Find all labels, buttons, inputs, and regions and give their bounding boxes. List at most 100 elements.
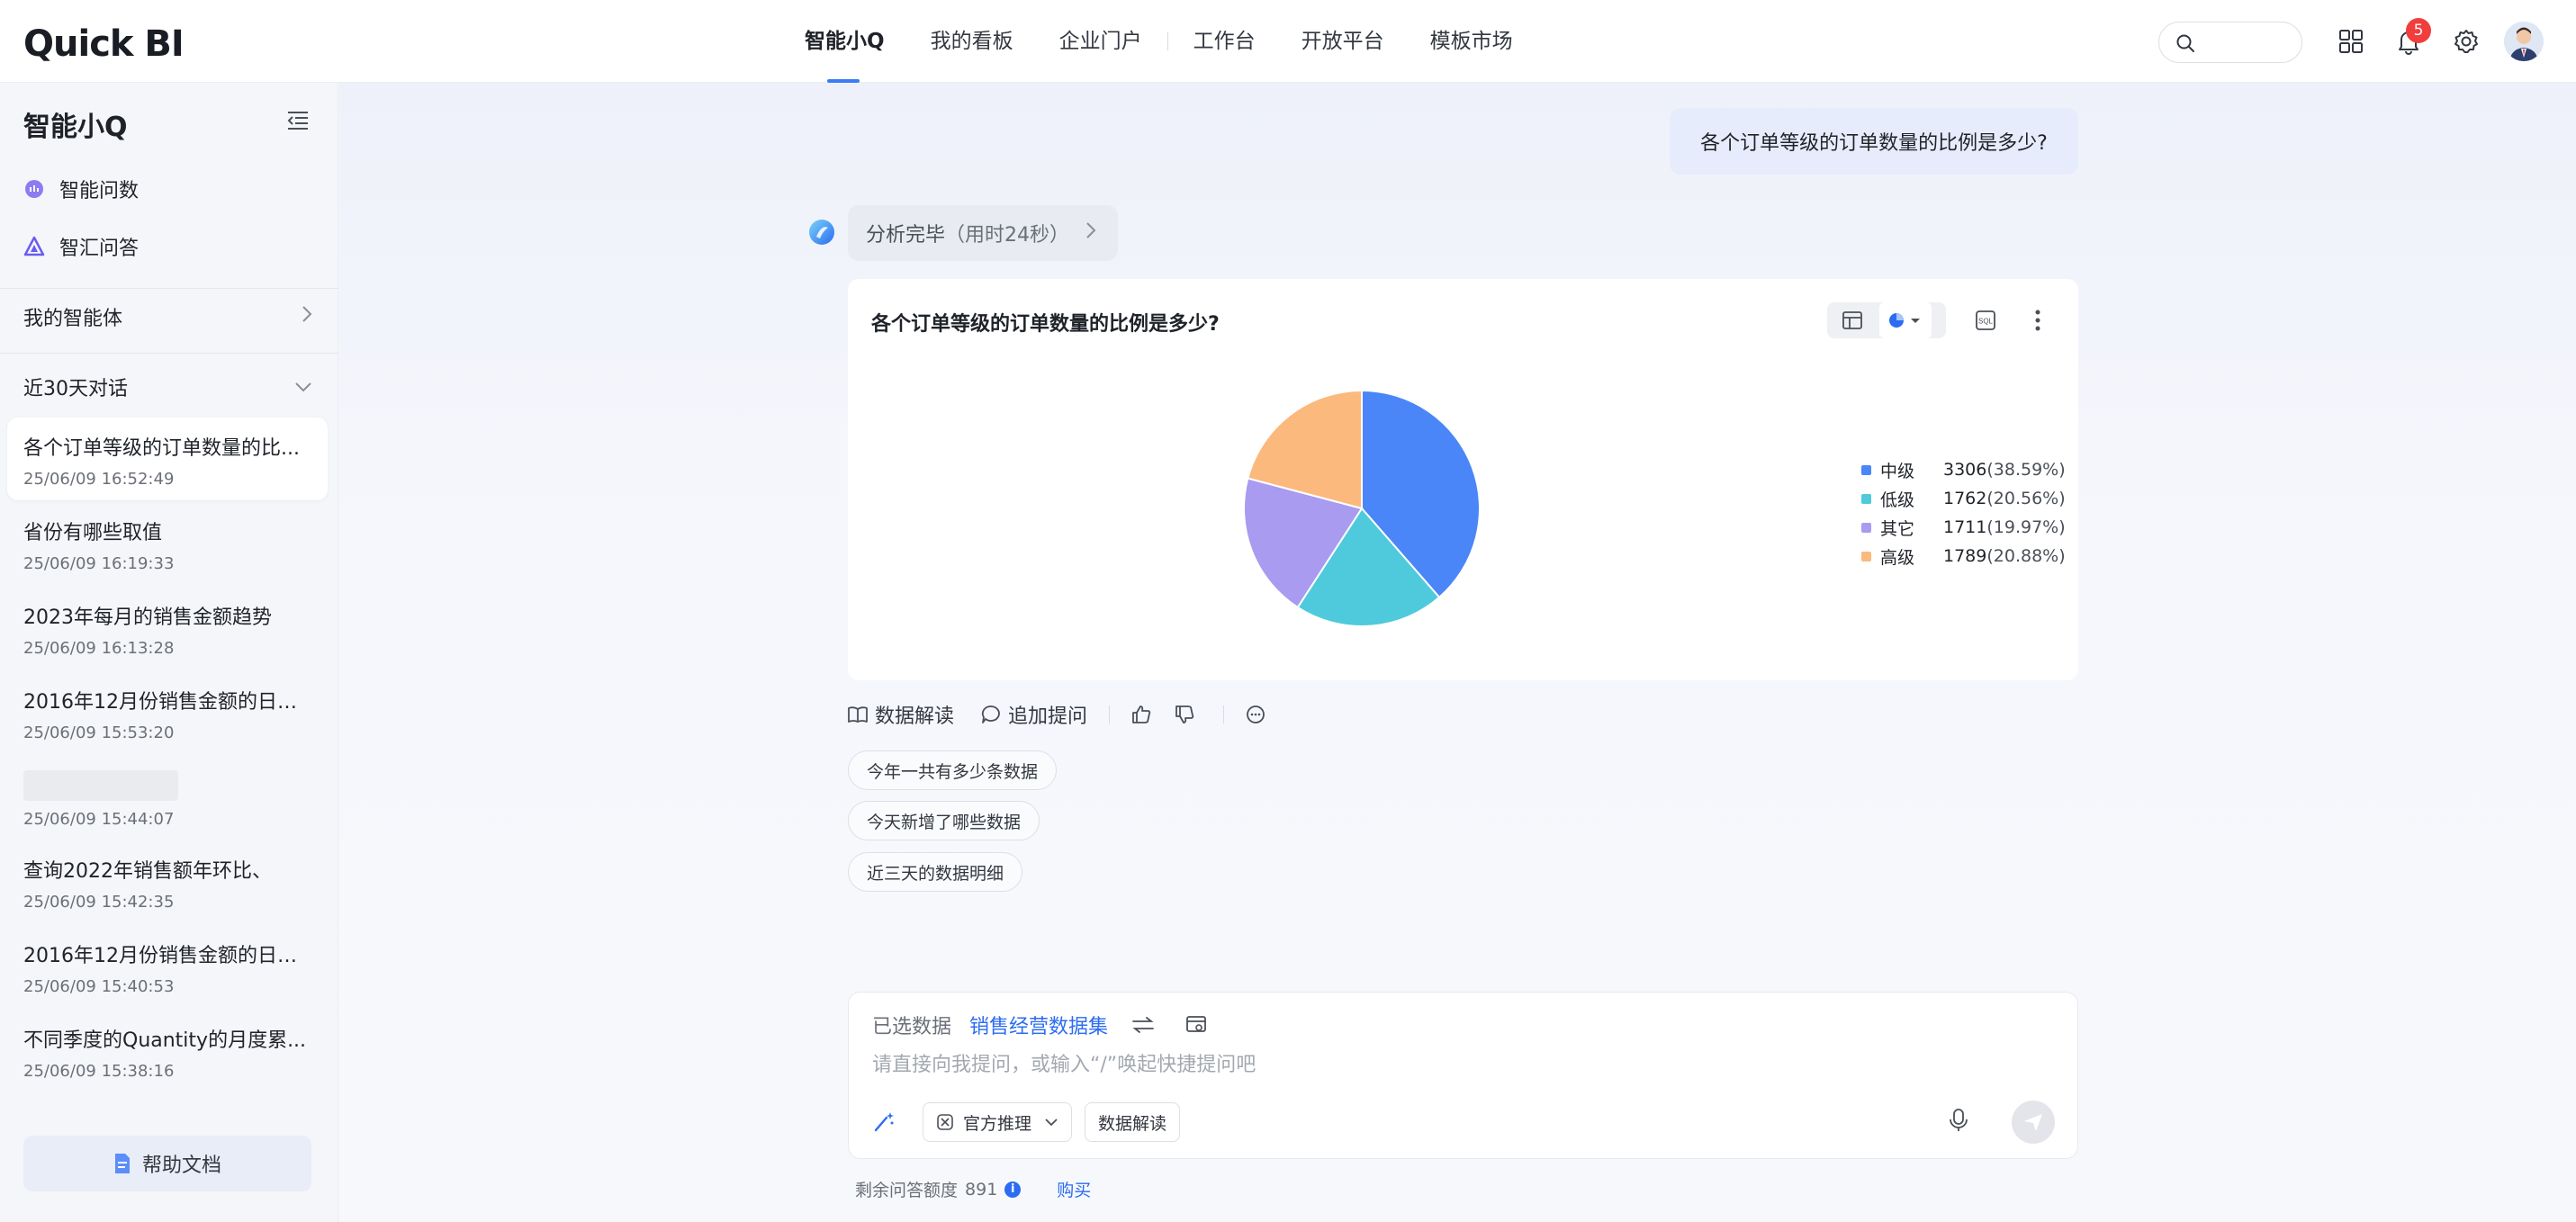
conversation-title: 2016年12月份销售金额的日环... — [23, 691, 311, 714]
conversation-item[interactable]: 2023年每月的销售金额趋势 25/06/09 16:13:28 — [7, 587, 328, 669]
chevron-right-icon — [1085, 221, 1096, 245]
conversation-date: 25/06/09 15:53:20 — [23, 723, 175, 742]
nav-item-template-market[interactable]: 模板市场 — [1430, 0, 1513, 83]
data-interpret-action[interactable]: 数据解读 — [848, 700, 954, 729]
legend-item[interactable]: 低级 1762 (20.56%) — [1861, 484, 2066, 513]
open-book-icon — [848, 706, 868, 723]
swap-dataset-icon[interactable] — [1131, 1016, 1155, 1034]
chevron-down-icon — [293, 376, 313, 399]
legend-percent: (19.97%) — [1986, 517, 2066, 537]
nav-item-my-dashboards[interactable]: 我的看板 — [931, 0, 1013, 83]
microphone-icon[interactable] — [1949, 1108, 1968, 1137]
official-reasoning-dropdown[interactable]: 官方推理 — [923, 1102, 1073, 1142]
dataset-link[interactable]: 销售经营数据集 — [969, 1011, 1108, 1039]
conversation-date: 25/06/09 15:38:16 — [23, 1062, 175, 1081]
conversation-title: 不同季度的Quantity的月度累... — [23, 1029, 307, 1052]
quota-value: 891 — [965, 1179, 998, 1200]
send-icon — [2024, 1114, 2042, 1131]
main-nav: 智能小Q 我的看板 企业门户 工作台 开放平台 模板市场 — [805, 0, 1559, 83]
legend-percent: (20.56%) — [1986, 489, 2066, 508]
legend-item[interactable]: 高级 1789 (20.88%) — [1861, 542, 2066, 571]
recent-conversations-toggle[interactable]: 近30天对话 — [23, 373, 313, 401]
conversation-date: 25/06/09 16:19:33 — [23, 554, 175, 573]
answer-chart-card: 各个订单等级的订单数量的比例是多少? SQL 中级 3306 (38.59%) 低级 1… — [848, 279, 2078, 680]
legend-swatch — [1861, 493, 1871, 504]
more-horizontal-icon[interactable] — [1246, 705, 1273, 724]
app-logo[interactable]: Quick BI — [23, 23, 185, 65]
actions-divider — [1223, 705, 1225, 723]
conversation-item[interactable]: 2016年12月份销售金额的日环... 25/06/09 15:53:20 — [7, 671, 328, 754]
answer-actions: 数据解读 追加提问 — [848, 700, 1300, 729]
help-docs-button[interactable]: 帮助文档 — [23, 1136, 311, 1191]
user-question-bubble: 各个订单等级的订单数量的比例是多少? — [1670, 108, 2078, 175]
collapse-sidebar-icon[interactable] — [286, 110, 310, 135]
selected-data-label: 已选数据 — [872, 1016, 952, 1038]
legend-item[interactable]: 其它 1711 (19.97%) — [1861, 513, 2066, 542]
conversation-date: 25/06/09 16:52:49 — [23, 470, 175, 489]
buy-link[interactable]: 购买 — [1057, 1177, 1091, 1201]
triangle-qa-icon — [23, 236, 45, 257]
dataset-selector-row: 已选数据 销售经营数据集 — [872, 1011, 1207, 1039]
sidebar-item-label: 智能问数 — [59, 180, 140, 202]
legend-label: 其它 — [1880, 518, 1915, 539]
data-interpret-toggle[interactable]: 数据解读 — [1085, 1102, 1181, 1142]
nav-item-enterprise-portal[interactable]: 企业门户 — [1059, 0, 1142, 83]
sidebar: 智能小Q 智能问数 智汇问答 我的智能体 近30天对话 各个订单等级的订单数量的… — [0, 83, 338, 1222]
conversation-title: 省份有哪些取值 — [23, 522, 163, 544]
conversation-item[interactable]: 省份有哪些取值 25/06/09 16:19:33 — [7, 502, 328, 585]
legend-swatch — [1861, 522, 1871, 533]
suggestion-chip[interactable]: 近三天的数据明细 — [848, 852, 1023, 892]
status-duration: （用时24秒） — [945, 224, 1070, 247]
sidebar-item-label: 智汇问答 — [59, 238, 140, 260]
notification-count-badge: 5 — [2406, 18, 2431, 43]
conversation-item[interactable]: 各个订单等级的订单数量的比... 25/06/09 16:52:49 — [7, 418, 328, 500]
legend-swatch — [1861, 551, 1871, 562]
conversation-item[interactable]: 25/06/09 15:44:07 — [7, 756, 328, 839]
user-avatar[interactable] — [2504, 22, 2544, 61]
quota-bar: 剩余问答额度 891 i 购买 — [855, 1177, 1091, 1201]
sidebar-item-smart-query[interactable]: 智能问数 — [23, 175, 139, 203]
conversation-item[interactable]: 2016年12月份销售金额的日环... 25/06/09 15:40:53 — [7, 925, 328, 1008]
suggestion-chip[interactable]: 今年一共有多少条数据 — [848, 750, 1058, 790]
my-agents-item[interactable]: 我的智能体 — [23, 302, 313, 331]
sidebar-title: 智能小Q — [23, 112, 128, 143]
nav-divider — [1166, 32, 1168, 50]
magic-wand-icon[interactable] — [872, 1110, 896, 1134]
legend-value: 1711 — [1943, 517, 1987, 537]
conversation-title: 2023年每月的销售金额趋势 — [23, 607, 272, 629]
sidebar-item-smart-qa[interactable]: 智汇问答 — [23, 232, 139, 261]
settings-gear-icon[interactable] — [2450, 25, 2482, 58]
suggestion-chip[interactable]: 今天新增了哪些数据 — [848, 801, 1040, 840]
analysis-status-button[interactable]: 分析完毕 （用时24秒） — [848, 205, 1118, 261]
conversation-item[interactable]: 查询2022年销售额年环比、 25/06/09 15:42:35 — [7, 840, 328, 923]
legend-item[interactable]: 中级 3306 (38.59%) — [1861, 455, 2066, 484]
document-icon — [113, 1153, 131, 1174]
global-search-input[interactable] — [2158, 22, 2302, 63]
quota-label: 剩余问答额度 — [855, 1181, 959, 1200]
apps-grid-icon[interactable] — [2335, 25, 2367, 58]
question-input[interactable]: 请直接向我提问，或输入“/”唤起快捷提问吧 — [872, 1048, 1256, 1077]
dataset-preview-icon[interactable] — [1185, 1015, 1207, 1035]
thumbs-up-icon[interactable] — [1131, 705, 1158, 724]
nav-item-smart-q[interactable]: 智能小Q — [805, 0, 885, 83]
info-icon[interactable]: i — [1004, 1181, 1022, 1198]
follow-up-action[interactable]: 追加提问 — [981, 700, 1087, 729]
thumbs-down-icon[interactable] — [1175, 705, 1202, 724]
legend-swatch — [1861, 464, 1871, 475]
reasoning-icon — [937, 1114, 953, 1130]
conversation-date: 25/06/09 16:13:28 — [23, 639, 175, 658]
conversation-date: 25/06/09 15:40:53 — [23, 977, 175, 996]
chevron-down-icon — [1045, 1119, 1058, 1127]
chevron-right-icon — [301, 304, 313, 329]
conversation-item[interactable]: 不同季度的Quantity的月度累... 25/06/09 15:38:16 — [7, 1010, 328, 1092]
legend-percent: (20.88%) — [1986, 546, 2066, 566]
conversation-date: 25/06/09 15:42:35 — [23, 893, 175, 912]
actions-divider — [1109, 705, 1111, 723]
send-button[interactable] — [2012, 1101, 2055, 1144]
help-docs-label: 帮助文档 — [141, 1155, 221, 1177]
my-agents-label: 我的智能体 — [23, 308, 123, 330]
recent-conversations-label: 近30天对话 — [23, 378, 128, 400]
nav-item-workbench[interactable]: 工作台 — [1193, 0, 1256, 83]
nav-item-open-platform[interactable]: 开放平台 — [1302, 0, 1384, 83]
chat-data-icon — [23, 178, 45, 200]
